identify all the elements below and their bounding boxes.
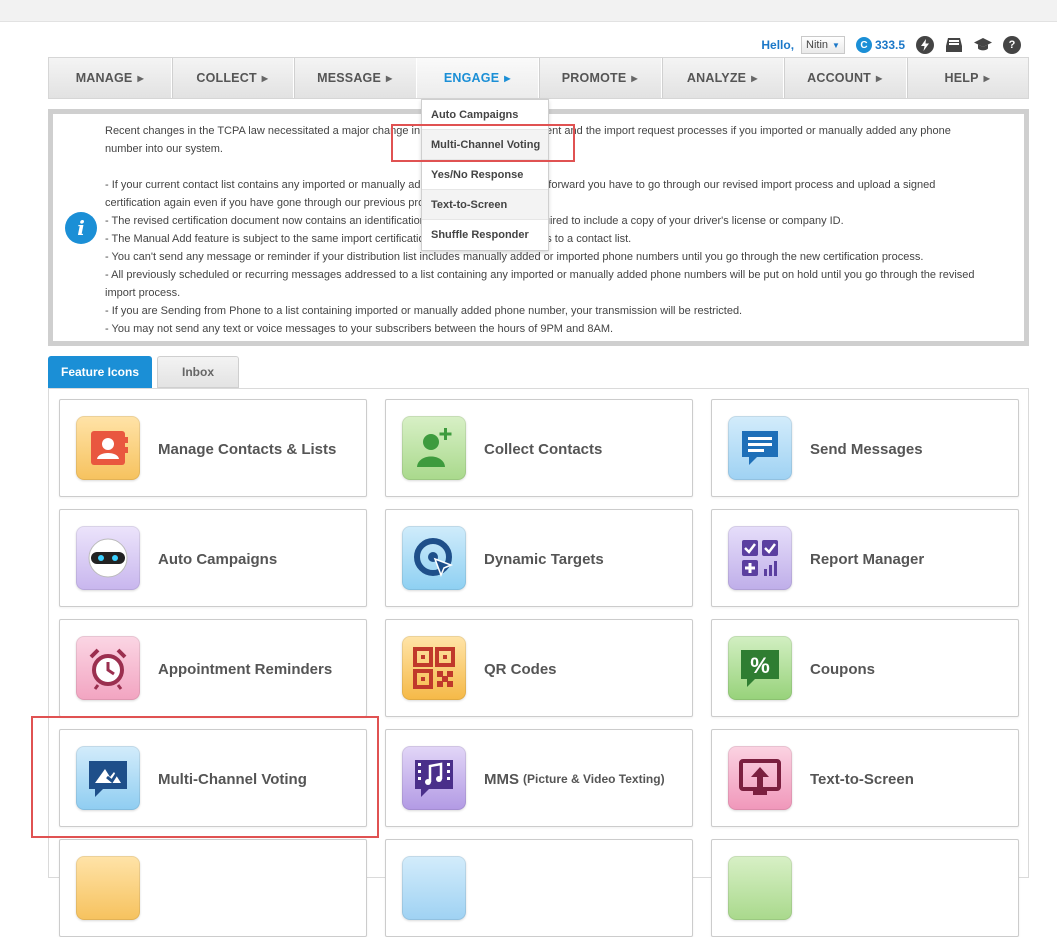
menu-item-text-to-screen[interactable]: Text-to-Screen xyxy=(422,190,548,220)
target-cursor-icon xyxy=(402,526,466,590)
card-label: Appointment Reminders xyxy=(158,660,333,678)
arrow-right-icon: ▶ xyxy=(751,73,758,83)
feature-icon xyxy=(76,856,140,920)
card-manage-contacts[interactable]: Manage Contacts & Lists xyxy=(59,399,367,497)
contacts-book-icon xyxy=(76,416,140,480)
hello-label: Hello, xyxy=(761,38,795,52)
alarm-clock-icon xyxy=(76,636,140,700)
card-label: Manage Contacts & Lists xyxy=(158,440,337,458)
menu-item-auto-campaigns[interactable]: Auto Campaigns xyxy=(422,100,548,130)
card-label: Collect Contacts xyxy=(484,440,603,458)
add-contact-icon xyxy=(402,416,466,480)
credits-value: 333.5 xyxy=(874,38,905,52)
nav-analyze[interactable]: ANALYZE ▶ xyxy=(662,58,784,98)
report-grid-icon xyxy=(728,526,792,590)
arrow-right-icon: ▶ xyxy=(876,73,883,83)
arrow-right-icon: ▶ xyxy=(261,73,269,83)
card-label: Coupons xyxy=(810,660,875,678)
qr-code-icon xyxy=(402,636,466,700)
card-label: Multi-Channel Voting xyxy=(158,770,307,788)
card-label: Text-to-Screen xyxy=(810,770,914,788)
card-multi-channel-voting[interactable]: Multi-Channel Voting xyxy=(59,729,367,827)
card-auto-campaigns[interactable]: Auto Campaigns xyxy=(59,509,367,607)
card-coupons[interactable]: % Coupons xyxy=(711,619,1019,717)
lightning-icon[interactable] xyxy=(916,36,934,54)
card-label: Auto Campaigns xyxy=(158,550,278,568)
screen-upload-icon xyxy=(728,746,792,810)
card-mms[interactable]: MMS (Picture & Video Texting) xyxy=(385,729,693,827)
percent-coupon-icon: % xyxy=(728,636,792,700)
card-label: Dynamic Targets xyxy=(484,550,604,568)
card-label: MMS (Picture & Video Texting) xyxy=(484,770,665,788)
card-qr-codes[interactable]: QR Codes xyxy=(385,619,693,717)
menu-item-yes-no-response[interactable]: Yes/No Response xyxy=(422,160,548,190)
credits[interactable]: C 333.5 xyxy=(855,37,905,53)
card-appointment-reminders[interactable]: Appointment Reminders xyxy=(59,619,367,717)
credits-icon: C xyxy=(855,37,872,53)
arrow-right-icon: ▶ xyxy=(504,73,511,83)
nav-message[interactable]: MESSAGE ▶ xyxy=(294,58,417,98)
feature-tabs: Feature Icons Inbox xyxy=(48,356,239,388)
notice-line: - You may not send any text or voice mes… xyxy=(105,323,614,335)
nav-manage[interactable]: MANAGE ▶ xyxy=(49,58,172,98)
graduation-cap-icon[interactable] xyxy=(974,36,992,54)
notice-line: - If you are Sending from Phone to a lis… xyxy=(105,305,743,317)
feature-icon xyxy=(728,856,792,920)
nav-account[interactable]: ACCOUNT ▶ xyxy=(784,58,907,98)
card-label: Send Messages xyxy=(810,440,923,458)
browser-top-strip xyxy=(0,0,1057,22)
card-partial[interactable] xyxy=(711,839,1019,937)
nav-collect[interactable]: COLLECT ▶ xyxy=(172,58,294,98)
username: Nitin xyxy=(806,39,829,51)
tab-inbox[interactable]: Inbox xyxy=(157,356,239,388)
user-bar: Hello, Nitin ▼ C 333.5 ? xyxy=(761,34,1021,56)
card-partial[interactable] xyxy=(385,839,693,937)
card-collect-contacts[interactable]: Collect Contacts xyxy=(385,399,693,497)
arrow-right-icon: ▶ xyxy=(386,73,393,83)
notice-line: - All previously scheduled or recurring … xyxy=(105,269,975,299)
feature-icon xyxy=(402,856,466,920)
card-send-messages[interactable]: Send Messages xyxy=(711,399,1019,497)
nav-help[interactable]: HELP ▶ xyxy=(907,58,1029,98)
card-text-to-screen[interactable]: Text-to-Screen xyxy=(711,729,1019,827)
card-report-manager[interactable]: Report Manager xyxy=(711,509,1019,607)
main-nav: MANAGE ▶ COLLECT ▶ MESSAGE ▶ ENGAGE ▶ PROMOT… xyxy=(48,57,1029,99)
card-partial[interactable] xyxy=(59,839,367,937)
menu-item-shuffle-responder[interactable]: Shuffle Responder xyxy=(422,220,548,250)
robot-icon xyxy=(76,526,140,590)
engage-dropdown-menu: Auto Campaigns Multi-Channel Voting Yes/… xyxy=(421,99,549,251)
menu-item-multi-channel-voting[interactable]: Multi-Channel Voting xyxy=(422,130,548,160)
arrow-right-icon: ▶ xyxy=(983,73,990,83)
svg-text:%: % xyxy=(750,653,770,678)
info-icon: i xyxy=(65,212,97,244)
feature-icons-panel: Manage Contacts & Lists Collect Contacts… xyxy=(48,388,1029,937)
tab-feature-icons[interactable]: Feature Icons xyxy=(48,356,152,388)
arrow-right-icon: ▶ xyxy=(631,73,638,83)
message-bubble-icon xyxy=(728,416,792,480)
inbox-tray-icon[interactable] xyxy=(945,36,963,54)
voting-chat-icon xyxy=(76,746,140,810)
arrow-right-icon: ▶ xyxy=(137,73,144,83)
card-label: QR Codes xyxy=(484,660,557,678)
nav-promote[interactable]: PROMOTE ▶ xyxy=(539,58,662,98)
nav-engage[interactable]: ENGAGE ▶ xyxy=(416,58,539,98)
card-label: Report Manager xyxy=(810,550,925,568)
help-icon[interactable]: ? xyxy=(1003,36,1021,54)
user-select[interactable]: Nitin ▼ xyxy=(801,36,845,54)
music-film-icon xyxy=(402,746,466,810)
chevron-down-icon: ▼ xyxy=(832,40,840,50)
card-dynamic-targets[interactable]: Dynamic Targets xyxy=(385,509,693,607)
